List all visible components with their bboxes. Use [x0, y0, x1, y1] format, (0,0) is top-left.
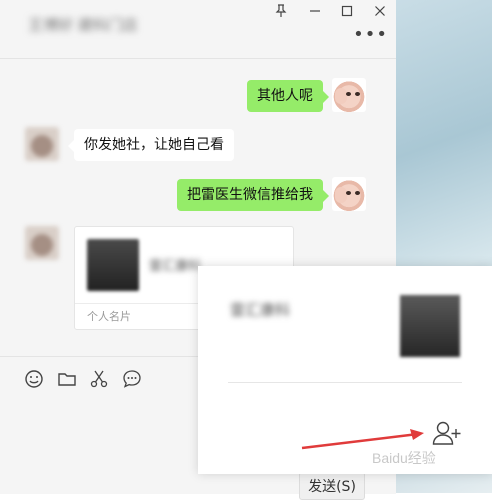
send-button[interactable]: 发送(S)	[299, 472, 365, 500]
my-avatar[interactable]	[332, 78, 366, 112]
folder-icon[interactable]	[57, 369, 79, 391]
watermark: Baidu经验	[372, 450, 436, 466]
card-photo	[87, 239, 139, 291]
my-avatar[interactable]	[332, 177, 366, 211]
message-bubble[interactable]: 你发她社，让她自己看	[68, 129, 234, 161]
pin-icon[interactable]	[270, 2, 292, 20]
contact-avatar[interactable]	[25, 226, 59, 260]
message-bubble[interactable]: 其他人呢	[247, 80, 329, 112]
message-bubble[interactable]: 把雷医生微信推给我	[177, 179, 329, 211]
close-icon[interactable]	[369, 2, 391, 20]
maximize-icon[interactable]	[336, 2, 358, 20]
more-options-button[interactable]: •••	[353, 24, 388, 45]
contact-avatar[interactable]	[25, 127, 59, 161]
emoji-icon[interactable]	[24, 369, 46, 391]
contact-name: 王博好 建科门店	[28, 16, 138, 34]
chat-title-bar: 王博好 建科门店 •••	[0, 0, 396, 59]
divider	[228, 382, 462, 383]
profile-name: 雷汇康科	[230, 301, 291, 319]
card-type-label: 个人名片	[87, 310, 131, 323]
add-friend-icon[interactable]	[432, 420, 462, 446]
scissors-icon[interactable]	[89, 369, 111, 391]
profile-photo[interactable]	[400, 295, 460, 357]
card-name: 雷汇康科	[149, 259, 202, 274]
minimize-icon[interactable]	[304, 2, 326, 20]
chat-history-icon[interactable]	[122, 369, 144, 391]
